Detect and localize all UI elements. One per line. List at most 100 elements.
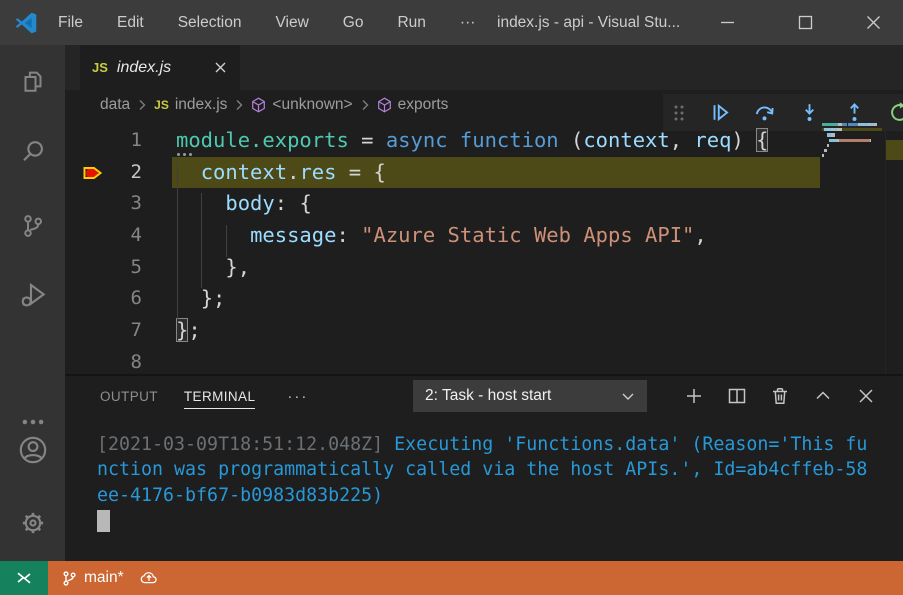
code-text: message: "Azure Static Web Apps API", [176,220,707,252]
minimap-line [822,149,882,152]
code-lines: 1 module.exports = async function (contex… [65,125,903,374]
status-bar-items: main* [48,561,903,595]
code-editor[interactable]: 1 module.exports = async function (contex… [65,120,903,374]
line-number: 6 [102,283,142,315]
minimap-line [822,123,882,126]
publish-cloud-icon[interactable] [138,567,160,589]
code-line-7[interactable]: 7}; [65,315,903,347]
symbol-namespace-icon [251,97,266,113]
menu-more[interactable]: ··· [443,0,493,45]
breadcrumb-item-data[interactable]: data [100,96,130,114]
minimap-line [822,159,882,162]
terminal-output[interactable]: [2021-03-09T18:51:12.048Z] Executing 'Fu… [65,416,903,561]
kill-terminal-trash-icon[interactable] [769,385,791,407]
tab-label: index.js [117,59,171,77]
indent-guide [201,193,202,288]
explorer-icon[interactable] [0,62,65,102]
close-panel-icon[interactable] [855,385,877,407]
terminal-line: [2021-03-09T18:51:12.048Z] Executing 'Fu… [97,432,903,457]
accounts-icon[interactable] [0,430,65,470]
close-button[interactable] [850,0,896,45]
code-line-6[interactable]: 6 }; [65,283,903,315]
editor-tab-bar: JS index.js [65,45,903,90]
code-text: module.exports = async function (context… [176,125,768,157]
maximize-button[interactable] [782,0,828,45]
terminal-lines: [2021-03-09T18:51:12.048Z] Executing 'Fu… [65,416,903,508]
overview-ruler-marker [886,140,903,160]
line-number: 8 [102,347,142,374]
menu-selection[interactable]: Selection [161,0,259,45]
js-file-icon: JS [92,60,108,75]
menu-go[interactable]: Go [326,0,381,45]
minimize-button[interactable] [704,0,750,45]
run-and-debug-icon[interactable] [0,275,65,315]
hint-diagnostic-dots [177,153,180,156]
breadcrumb-label: data [100,96,130,114]
breadcrumb-label: index.js [175,96,228,114]
code-line-3[interactable]: 3 body: { [65,188,903,220]
code-text: context.res = { [176,157,386,189]
menu-view[interactable]: View [258,0,325,45]
menu-run[interactable]: Run [380,0,442,45]
menu-file[interactable]: File [41,0,100,45]
code-line-2[interactable]: 2 context.res = { [65,157,903,189]
minimap[interactable] [820,120,886,374]
breadcrumb-separator [360,99,370,111]
breadcrumb-item-unknown[interactable]: <unknown> [251,96,352,114]
tab-index-js[interactable]: JS index.js [80,45,240,90]
code-line-8[interactable]: 8 [65,347,903,374]
overview-ruler [885,120,903,374]
indent-guide [226,225,227,257]
code-text: body: { [176,188,312,220]
window-title: index.js - api - Visual Stu... [497,14,727,32]
breadcrumb-item-exports[interactable]: exports [377,96,449,114]
code-line-1[interactable]: 1 module.exports = async function (contex… [65,125,903,157]
tab-close-icon[interactable] [213,60,228,75]
breadcrumb-separator [137,99,147,111]
terminal-picker-dropdown[interactable]: 2: Task - host start [413,380,647,412]
code-line-5[interactable]: 5 }, [65,252,903,284]
menu-edit[interactable]: Edit [100,0,161,45]
remote-indicator[interactable] [0,561,48,595]
settings-gear-icon[interactable] [0,503,65,543]
chevron-right-icon [234,99,244,111]
line-number: 1 [102,125,142,157]
git-branch-item[interactable]: main* [61,569,124,587]
minimap-rows [822,123,882,165]
breadcrumb-separator [234,99,244,111]
panel-tab-terminal[interactable]: TERMINAL [184,376,255,416]
minimap-line [822,128,882,131]
vscode-logo-icon [13,10,39,36]
terminal-cursor [97,510,110,532]
maximize-panel-chevron-icon[interactable] [812,385,834,407]
js-file-icon: JS [154,98,169,112]
code-line-4[interactable]: 4 message: "Azure Static Web Apps API", [65,220,903,252]
minimap-line [822,133,882,136]
git-branch-label: main* [84,569,124,587]
line-number: 3 [102,188,142,220]
panel-tab-output[interactable]: OUTPUT [100,376,158,416]
source-control-icon[interactable] [0,206,65,246]
split-terminal-icon[interactable] [726,385,748,407]
title-bar: FileEditSelectionViewGoRun··· index.js -… [0,0,903,45]
code-text: }, [176,252,250,284]
panel-more-actions[interactable]: ··· [287,388,308,405]
panel-tabs: OUTPUT TERMINAL [100,376,281,416]
terminal-line: nction was programmatically called via t… [97,457,903,482]
bottom-panel: OUTPUT TERMINAL ··· 2: Task - host start [65,374,903,561]
breadcrumb-item-index-js[interactable]: JS index.js [154,96,227,114]
minimap-line [822,144,882,147]
status-bar: main* [0,561,903,595]
indent-guide [177,162,178,321]
activity-bar [0,45,65,561]
breadcrumb-label: <unknown> [272,96,352,114]
new-terminal-icon[interactable] [683,385,705,407]
line-number: 4 [102,220,142,252]
panel-actions [683,376,877,416]
minimap-line [822,154,882,157]
vscode-window: FileEditSelectionViewGoRun··· index.js -… [0,0,903,595]
chevron-down-icon [621,392,635,401]
menu-bar: FileEditSelectionViewGoRun··· [41,0,492,45]
search-icon[interactable] [0,131,65,171]
chevron-right-icon [137,99,147,111]
